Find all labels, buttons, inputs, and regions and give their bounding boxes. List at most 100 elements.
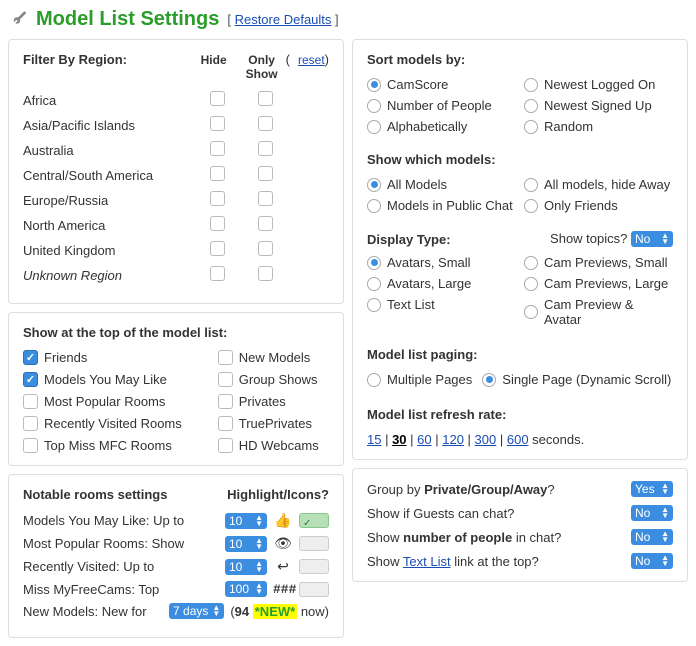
notable-icon: ↩ (273, 558, 293, 575)
notable-row: Recently Visited: Up to10▲▼↩ (23, 558, 329, 575)
region-row: Africa (23, 91, 329, 109)
notable-row: Most Popular Rooms: Show10▲▼👁 (23, 535, 329, 552)
highlight-toggle[interactable] (299, 536, 329, 551)
highlight-toggle[interactable] (299, 559, 329, 574)
top-list-item: Privates (218, 394, 319, 409)
guests-chat-select[interactable]: No▲▼ (631, 505, 673, 521)
radio[interactable] (524, 120, 538, 134)
checkbox[interactable] (218, 438, 233, 453)
region-row: Europe/Russia (23, 191, 329, 209)
filter-region-panel: Filter By Region: Hide Only Show (reset)… (8, 39, 344, 304)
notable-icon: 👁 (273, 535, 293, 552)
radio-option: Random (524, 119, 673, 134)
radio[interactable] (524, 78, 538, 92)
top-list-item: Group Shows (218, 372, 319, 387)
radio[interactable] (367, 99, 381, 113)
notable-select[interactable]: 10▲▼ (225, 513, 267, 529)
checkbox[interactable] (218, 372, 233, 387)
radio[interactable] (367, 298, 381, 312)
page-title: Model List Settings (36, 8, 219, 31)
text-list-link[interactable]: Text List (403, 554, 451, 569)
radio[interactable] (524, 178, 538, 192)
radio[interactable] (524, 99, 538, 113)
checkbox[interactable] (258, 241, 273, 256)
radio-option: Newest Signed Up (524, 98, 673, 113)
top-list-item: Recently Visited Rooms (23, 416, 182, 431)
region-row: Australia (23, 141, 329, 159)
top-list-item: Friends (23, 350, 182, 365)
radio[interactable] (367, 78, 381, 92)
checkbox[interactable] (218, 394, 233, 409)
checkbox[interactable] (23, 372, 38, 387)
checkbox[interactable] (210, 166, 225, 181)
checkbox[interactable] (258, 266, 273, 281)
checkbox[interactable] (23, 438, 38, 453)
radio[interactable] (367, 199, 381, 213)
group-by-select[interactable]: Yes▲▼ (631, 481, 673, 497)
refresh-option[interactable]: 30 (392, 432, 406, 447)
refresh-option[interactable]: 600 (507, 432, 529, 447)
checkbox[interactable] (258, 141, 273, 156)
radio[interactable] (367, 178, 381, 192)
new-models-select[interactable]: 7 days▲▼ (169, 603, 224, 619)
radio[interactable] (524, 256, 538, 270)
radio-option: Newest Logged On (524, 77, 673, 92)
radio-option: Cam Preview & Avatar (524, 297, 673, 327)
region-reset-link[interactable]: reset (298, 53, 325, 67)
hash-icon: ### (273, 582, 293, 597)
radio[interactable] (482, 373, 496, 387)
num-people-select[interactable]: No▲▼ (631, 529, 673, 545)
radio[interactable] (367, 120, 381, 134)
region-row: Central/South America (23, 166, 329, 184)
checkbox[interactable] (210, 241, 225, 256)
radio-option: Cam Previews, Small (524, 255, 673, 270)
checkbox[interactable] (210, 191, 225, 206)
top-list-item: New Models (218, 350, 319, 365)
checkbox[interactable] (258, 91, 273, 106)
notable-select[interactable]: 10▲▼ (225, 536, 267, 552)
highlight-toggle[interactable] (299, 582, 329, 597)
checkbox[interactable] (210, 91, 225, 106)
region-row: United Kingdom (23, 241, 329, 259)
checkbox[interactable] (23, 416, 38, 431)
radio[interactable] (367, 277, 381, 291)
region-title: Filter By Region: (23, 52, 190, 67)
refresh-option[interactable]: 300 (475, 432, 497, 447)
checkbox[interactable] (210, 141, 225, 156)
notable-row: Models You May Like: Up to10▲▼👍 (23, 512, 329, 529)
checkbox[interactable] (23, 394, 38, 409)
checkbox[interactable] (210, 266, 225, 281)
restore-defaults-link[interactable]: Restore Defaults (235, 12, 332, 27)
checkbox[interactable] (210, 216, 225, 231)
notable-select[interactable]: 10▲▼ (225, 559, 267, 575)
radio[interactable] (367, 373, 381, 387)
sort-display-panel: Sort models by: CamScoreNumber of People… (352, 39, 688, 460)
text-list-select[interactable]: No▲▼ (631, 553, 673, 569)
refresh-option[interactable]: 120 (442, 432, 464, 447)
radio[interactable] (524, 199, 538, 213)
checkbox[interactable] (210, 116, 225, 131)
radio[interactable] (524, 305, 538, 319)
checkbox[interactable] (23, 350, 38, 365)
refresh-option[interactable]: 15 (367, 432, 381, 447)
checkbox[interactable] (218, 350, 233, 365)
radio-option: Avatars, Large (367, 276, 516, 291)
bottom-options-panel: Group by Private/Group/Away? Yes▲▼ Show … (352, 468, 688, 582)
checkbox[interactable] (258, 191, 273, 206)
top-list-item: HD Webcams (218, 438, 319, 453)
radio-option: Alphabetically (367, 119, 516, 134)
checkbox[interactable] (258, 216, 273, 231)
region-row: Unknown Region (23, 266, 329, 284)
radio-option: All Models (367, 177, 516, 192)
radio[interactable] (367, 256, 381, 270)
checkbox[interactable] (258, 166, 273, 181)
radio-option: All models, hide Away (524, 177, 673, 192)
checkbox[interactable] (258, 116, 273, 131)
highlight-toggle[interactable] (299, 513, 329, 528)
checkbox[interactable] (218, 416, 233, 431)
refresh-option[interactable]: 60 (417, 432, 431, 447)
show-topics-select[interactable]: No▲▼ (631, 231, 673, 247)
new-badge: *NEW* (253, 604, 297, 619)
radio[interactable] (524, 277, 538, 291)
radio-option: CamScore (367, 77, 516, 92)
